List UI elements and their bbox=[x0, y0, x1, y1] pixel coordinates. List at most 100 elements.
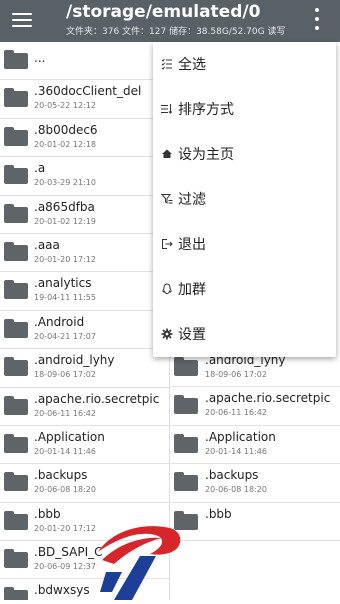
toolbar: /storage/emulated/0 文件夹：376 文件：127 储存：38… bbox=[0, 0, 340, 42]
file-name: .Android bbox=[34, 314, 85, 329]
menu-item-label: 全选 bbox=[178, 57, 206, 73]
file-date: 18-09-06 17:02 bbox=[205, 370, 267, 379]
folder-icon bbox=[4, 203, 28, 223]
file-name: .bdwxsys bbox=[34, 583, 90, 598]
file-date: 20-06-08 18:20 bbox=[205, 485, 267, 495]
folder-icon bbox=[4, 549, 28, 569]
filter-icon bbox=[160, 192, 173, 206]
folder-icon bbox=[4, 50, 28, 69]
folder-icon bbox=[4, 241, 28, 261]
file-name: .android_lyhy bbox=[34, 353, 115, 368]
folder-icon bbox=[4, 318, 28, 338]
file-date: 20-01-14 11:46 bbox=[34, 446, 96, 456]
overflow-menu: 全选 排序方式 设为主页 过滤 退出 加群 设置 bbox=[153, 42, 336, 357]
menu-item-exit[interactable]: 退出 bbox=[153, 222, 336, 267]
menu-item-label: 设为主页 bbox=[178, 147, 234, 163]
file-date: 20-01-20 17:12 bbox=[34, 254, 96, 264]
file-row[interactable]: .Application 20-01-14 11:46 bbox=[171, 426, 340, 465]
select-all-icon bbox=[161, 57, 173, 71]
menu-item-join-group[interactable]: 加群 bbox=[153, 267, 336, 312]
file-row[interactable]: .360docClient_del 20-05-22 12:12 bbox=[0, 80, 169, 119]
folder-icon bbox=[4, 472, 28, 492]
menu-item-label: 退出 bbox=[178, 237, 206, 253]
folder-icon bbox=[4, 280, 28, 300]
menu-item-filter[interactable]: 过滤 bbox=[153, 177, 336, 222]
file-date: 20-06-11 16:42 bbox=[34, 408, 96, 418]
file-date: 20-05-22 12:12 bbox=[34, 101, 96, 111]
file-name: .360docClient_del bbox=[34, 84, 142, 99]
file-date: 20-06-11 16:42 bbox=[205, 408, 267, 418]
file-row[interactable]: .backups 20-06-08 18:20 bbox=[171, 464, 340, 503]
file-date: 20-04-21 17:07 bbox=[34, 331, 96, 341]
file-name: .backups bbox=[205, 468, 259, 483]
file-name: .Application bbox=[34, 429, 105, 444]
file-date: 20-01-14 11:46 bbox=[205, 446, 267, 456]
file-row[interactable]: .backups 20-06-08 18:20 bbox=[0, 464, 169, 503]
file-name: .a bbox=[34, 161, 46, 176]
folder-icon bbox=[4, 433, 28, 453]
folder-icon bbox=[4, 88, 28, 108]
hamburger-icon[interactable] bbox=[10, 8, 34, 32]
file-row[interactable]: .Application 20-01-14 11:46 bbox=[0, 426, 169, 465]
file-row[interactable]: .bbb bbox=[171, 503, 340, 541]
home-icon bbox=[161, 147, 173, 161]
file-name: .8b00dec6 bbox=[34, 122, 98, 137]
folder-icon bbox=[174, 433, 198, 453]
more-vert-icon[interactable] bbox=[308, 6, 326, 32]
menu-item-label: 排序方式 bbox=[178, 102, 234, 118]
folder-icon bbox=[4, 357, 28, 377]
folder-icon bbox=[174, 395, 198, 415]
file-date: 20-06-08 18:20 bbox=[34, 485, 96, 495]
file-row[interactable]: .apache.rio.secretpic 20-06-11 16:42 bbox=[171, 387, 340, 426]
folder-icon bbox=[174, 472, 198, 492]
file-row[interactable]: .apache.rio.secretpic 20-06-11 16:42 bbox=[0, 388, 169, 426]
sort-icon bbox=[161, 102, 173, 116]
settings-gear-icon bbox=[161, 327, 173, 341]
file-row[interactable]: .analytics 19-04-11 11:55 bbox=[0, 272, 169, 311]
menu-item-label: 过滤 bbox=[178, 192, 206, 208]
menu-item-select-all[interactable]: 全选 bbox=[153, 42, 336, 87]
storage-stats: 文件夹：376 文件：127 储存：38.58G/52.70G 读写 bbox=[66, 27, 286, 37]
menu-item-settings[interactable]: 设置 bbox=[153, 312, 336, 357]
file-row[interactable]: .a865dfba 20-01-02 12:19 bbox=[0, 196, 169, 234]
file-name: .Application bbox=[205, 429, 276, 444]
menu-item-label: 设置 bbox=[178, 327, 206, 343]
file-row[interactable]: .Android 20-04-21 17:07 bbox=[0, 311, 169, 350]
file-name: .apache.rio.secretpic bbox=[34, 391, 160, 406]
folder-icon bbox=[4, 126, 28, 146]
file-row[interactable]: .android_lyhy 18-09-06 17:02 bbox=[0, 349, 169, 388]
watermark-logo bbox=[92, 520, 184, 600]
menu-item-sort[interactable]: 排序方式 bbox=[153, 87, 336, 132]
file-name: .bbb bbox=[34, 506, 61, 521]
folder-icon bbox=[4, 510, 28, 530]
file-row[interactable]: ... bbox=[0, 42, 169, 81]
menu-item-set-home[interactable]: 设为主页 bbox=[153, 132, 336, 177]
file-name: .a865dfba bbox=[34, 199, 95, 214]
file-date: 20-06-09 12:37 bbox=[34, 562, 96, 572]
file-row[interactable]: .aaa 20-01-20 17:12 bbox=[0, 234, 169, 273]
file-date: 20-01-02 12:19 bbox=[34, 216, 96, 226]
file-date: 20-01-20 17:12 bbox=[34, 523, 96, 533]
file-date: 20-01-02 12:18 bbox=[34, 139, 96, 149]
file-name: .analytics bbox=[34, 276, 92, 291]
qq-icon bbox=[161, 282, 173, 296]
file-name: .apache.rio.secretpic bbox=[205, 391, 331, 406]
file-date: 19-04-11 11:55 bbox=[34, 293, 96, 303]
file-name: ... bbox=[34, 51, 46, 65]
file-column-right: .android_lyhy 18-09-06 17:02 .apache.rio.… bbox=[171, 349, 340, 541]
file-date: 20-03-29 21:10 bbox=[34, 178, 96, 188]
current-path: /storage/emulated/0 bbox=[66, 2, 261, 22]
file-name: .backups bbox=[34, 468, 88, 483]
folder-icon bbox=[4, 587, 28, 600]
file-date: 18-09-06 17:02 bbox=[34, 370, 96, 380]
file-column-left: ... .360docClient_del 20-05-22 12:12 .8b0… bbox=[0, 42, 169, 600]
folder-icon bbox=[174, 357, 198, 376]
folder-icon bbox=[4, 395, 28, 415]
menu-item-label: 加群 bbox=[178, 282, 206, 298]
exit-icon bbox=[161, 237, 173, 251]
file-row[interactable]: .a 20-03-29 21:10 bbox=[0, 157, 169, 196]
file-name: .bbb bbox=[205, 506, 232, 521]
file-name: .aaa bbox=[34, 237, 60, 252]
file-row[interactable]: .8b00dec6 20-01-02 12:18 bbox=[0, 119, 169, 158]
folder-icon bbox=[4, 165, 28, 185]
